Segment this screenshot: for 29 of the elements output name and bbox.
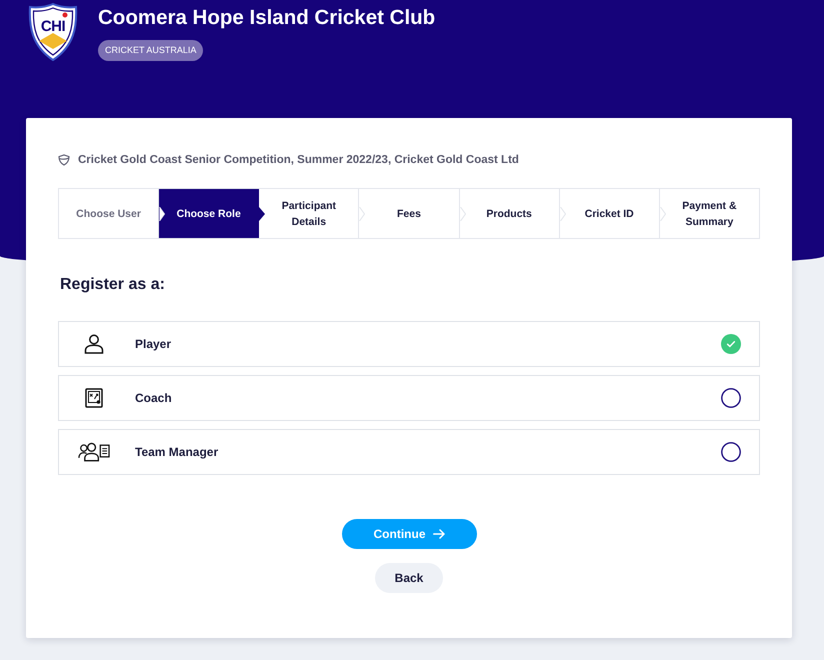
role-option[interactable]: Player xyxy=(58,321,760,367)
chevron-icon xyxy=(259,207,266,221)
competition-name: Cricket Gold Coast Senior Competition, Summer 2022/23, Cricket Gold Coast Ltd xyxy=(78,153,519,168)
shield-icon xyxy=(58,154,70,166)
chevron-icon xyxy=(159,207,166,221)
chevron-icon xyxy=(359,207,366,221)
chevron-icon xyxy=(460,207,466,221)
people-document-icon xyxy=(78,442,110,462)
check-circle-icon[interactable] xyxy=(721,334,741,354)
section-heading: Register as a: xyxy=(60,275,166,295)
role-option[interactable]: Coach xyxy=(58,375,760,421)
club-title: Coomera Hope Island Cricket Club xyxy=(98,5,436,31)
step-tab[interactable]: Products xyxy=(460,189,560,238)
radio-circle-icon[interactable] xyxy=(721,388,741,408)
crest-shield-icon xyxy=(28,3,78,61)
role-option[interactable]: Team Manager xyxy=(58,429,760,475)
radio-circle-icon[interactable] xyxy=(721,442,741,462)
association-tag: CRICKET AUSTRALIA xyxy=(98,40,204,61)
step-tab[interactable]: Participant Details xyxy=(259,189,360,238)
arrow-right-icon xyxy=(432,529,444,539)
tactics-board-icon xyxy=(85,388,103,408)
step-tab[interactable]: Fees xyxy=(359,189,460,238)
back-button[interactable]: Back xyxy=(375,563,443,593)
step-tab[interactable]: Choose Role xyxy=(159,189,260,238)
person-icon xyxy=(84,334,104,354)
step-tab[interactable]: Cricket ID xyxy=(560,189,660,238)
logo-monogram: CHI xyxy=(40,18,66,36)
chevron-icon xyxy=(560,207,566,221)
chevron-icon xyxy=(660,207,666,221)
